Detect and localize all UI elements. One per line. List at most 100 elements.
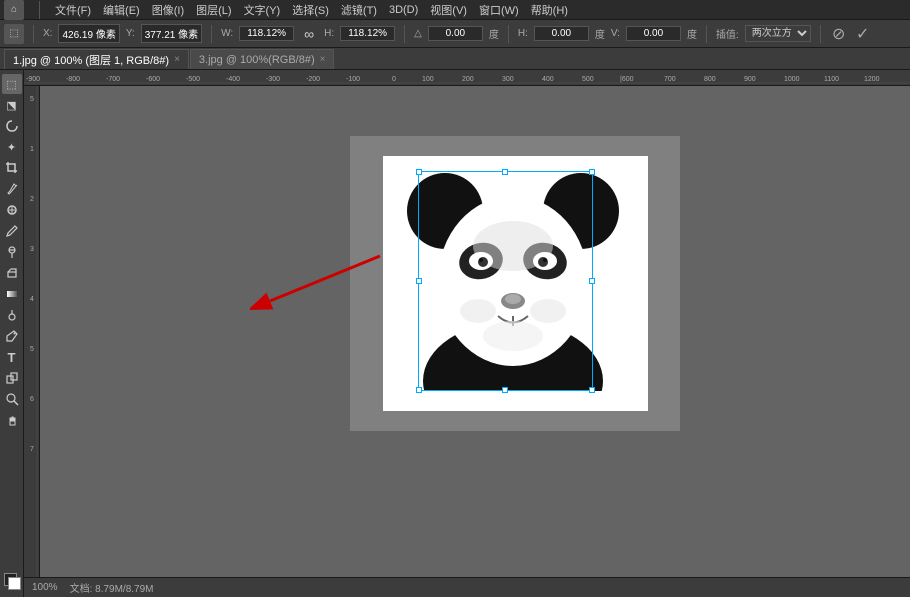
- w-value[interactable]: 118.12%: [239, 26, 294, 41]
- tool-lasso[interactable]: [2, 116, 22, 136]
- menu-edit[interactable]: 编辑(E): [103, 2, 140, 18]
- menu-help[interactable]: 帮助(H): [531, 2, 568, 18]
- menu-3d[interactable]: 3D(D): [389, 4, 418, 16]
- handle-ml[interactable]: [416, 278, 422, 284]
- sep4: [404, 25, 405, 43]
- svg-text:-800: -800: [66, 76, 80, 83]
- canvas-area: -900 -800 -700 -600 -500 -400 -300 -200 …: [24, 70, 910, 597]
- menu-window[interactable]: 窗口(W): [479, 2, 519, 18]
- menu-view[interactable]: 视图(V): [430, 2, 467, 18]
- tool-shape[interactable]: [2, 368, 22, 388]
- cancel-btn[interactable]: ⊘: [830, 25, 848, 43]
- sep1: [39, 1, 40, 19]
- tool-magic-wand[interactable]: ✦: [2, 137, 22, 157]
- degree2-label: 度: [595, 26, 605, 41]
- tab-1jpg-label: 1.jpg @ 100% (图层 1, RGB/8#): [13, 52, 169, 68]
- link-icon[interactable]: ∞: [300, 25, 318, 43]
- tool-move[interactable]: ⬚: [2, 74, 22, 94]
- handle-tc[interactable]: [502, 169, 508, 175]
- h-skew-label: H:: [518, 28, 528, 39]
- ruler-horizontal: -900 -800 -700 -600 -500 -400 -300 -200 …: [24, 70, 910, 86]
- h-value[interactable]: 118.12%: [340, 26, 395, 41]
- degree3-label: 度: [687, 26, 697, 41]
- v-value[interactable]: 0.00: [626, 26, 681, 41]
- v-label: V:: [611, 28, 620, 39]
- tool-eyedropper[interactable]: [2, 179, 22, 199]
- tab-3jpg-label: 3.jpg @ 100%(RGB/8#): [199, 54, 315, 66]
- svg-text:1100: 1100: [824, 76, 839, 83]
- svg-text:-600: -600: [146, 76, 160, 83]
- tool-gradient[interactable]: [2, 284, 22, 304]
- tool-type[interactable]: T: [2, 347, 22, 367]
- x-label: X:: [43, 28, 52, 39]
- handle-bc[interactable]: [502, 387, 508, 393]
- svg-text:200: 200: [462, 76, 474, 83]
- tool-hand[interactable]: [2, 410, 22, 430]
- svg-text:-100: -100: [346, 76, 360, 83]
- options-toolbar: ⬚ X: 426.19 像素 Y: 377.21 像素 W: 118.12% ∞…: [0, 20, 910, 48]
- sep7: [820, 25, 821, 43]
- tool-pen[interactable]: [2, 326, 22, 346]
- background-color[interactable]: [8, 577, 21, 590]
- tab-1jpg[interactable]: 1.jpg @ 100% (图层 1, RGB/8#) ×: [4, 49, 189, 69]
- svg-text:1200: 1200: [864, 76, 880, 83]
- handle-mr[interactable]: [589, 278, 595, 284]
- interp-select[interactable]: 两次立方: [745, 25, 811, 42]
- tab-3jpg[interactable]: 3.jpg @ 100%(RGB/8#) ×: [190, 49, 335, 69]
- tool-crop[interactable]: [2, 158, 22, 178]
- svg-text:7: 7: [30, 446, 34, 453]
- tab-bar: 1.jpg @ 100% (图层 1, RGB/8#) × 3.jpg @ 10…: [0, 48, 910, 70]
- tool-eraser[interactable]: [2, 263, 22, 283]
- svg-text:-200: -200: [306, 76, 320, 83]
- sep6: [706, 25, 707, 43]
- svg-text:100: 100: [422, 76, 434, 83]
- menu-image[interactable]: 图像(I): [152, 2, 184, 18]
- tab-1jpg-close[interactable]: ×: [174, 54, 180, 65]
- tab-3jpg-close[interactable]: ×: [320, 54, 326, 65]
- angle-label: △: [414, 28, 422, 39]
- menu-file[interactable]: 文件(F): [55, 2, 91, 18]
- svg-text:-900: -900: [26, 76, 40, 83]
- svg-text:1: 1: [30, 146, 34, 153]
- svg-text:1000: 1000: [784, 76, 800, 83]
- svg-text:|600: |600: [620, 76, 634, 83]
- menu-select[interactable]: 选择(S): [292, 2, 329, 18]
- svg-text:700: 700: [664, 76, 676, 83]
- handle-br[interactable]: [589, 387, 595, 393]
- menu-layer[interactable]: 图层(L): [196, 2, 231, 18]
- svg-text:4: 4: [30, 296, 34, 303]
- tool-brush[interactable]: [2, 221, 22, 241]
- menu-filter[interactable]: 滤镜(T): [341, 2, 377, 18]
- ruler-vertical: 5 1 2 3 4 5 6 7: [24, 86, 40, 597]
- tool-marquee[interactable]: ⬔: [2, 95, 22, 115]
- w-label: W:: [221, 28, 233, 39]
- canvas-row: 5 1 2 3 4 5 6 7: [24, 86, 910, 597]
- svg-text:500: 500: [582, 76, 594, 83]
- h-skew-value[interactable]: 0.00: [534, 26, 589, 41]
- svg-text:6: 6: [30, 396, 34, 403]
- y-value[interactable]: 377.21 像素: [141, 24, 202, 43]
- zoom-level: 100%: [32, 582, 58, 593]
- transform-box: [418, 171, 593, 391]
- tool-clone[interactable]: [2, 242, 22, 262]
- handle-tl[interactable]: [416, 169, 422, 175]
- main-area: ⬚ ⬔ ✦ T: [0, 70, 910, 597]
- canvas-viewport[interactable]: [40, 86, 910, 597]
- y-label: Y:: [126, 28, 135, 39]
- interp-label: 插值:: [716, 26, 739, 41]
- canvas-document: [350, 136, 680, 431]
- x-value[interactable]: 426.19 像素: [58, 24, 119, 43]
- sep2: [33, 25, 34, 43]
- sep5: [508, 25, 509, 43]
- menu-text[interactable]: 文字(Y): [244, 2, 281, 18]
- tool-spot-heal[interactable]: [2, 200, 22, 220]
- confirm-btn[interactable]: ✓: [854, 25, 872, 43]
- canvas-inner: [383, 156, 648, 411]
- tool-dodge[interactable]: [2, 305, 22, 325]
- handle-bl[interactable]: [416, 387, 422, 393]
- angle-value[interactable]: 0.00: [428, 26, 483, 41]
- home-icon[interactable]: ⌂: [4, 0, 24, 20]
- handle-tr[interactable]: [589, 169, 595, 175]
- svg-text:-400: -400: [226, 76, 240, 83]
- tool-zoom[interactable]: [2, 389, 22, 409]
